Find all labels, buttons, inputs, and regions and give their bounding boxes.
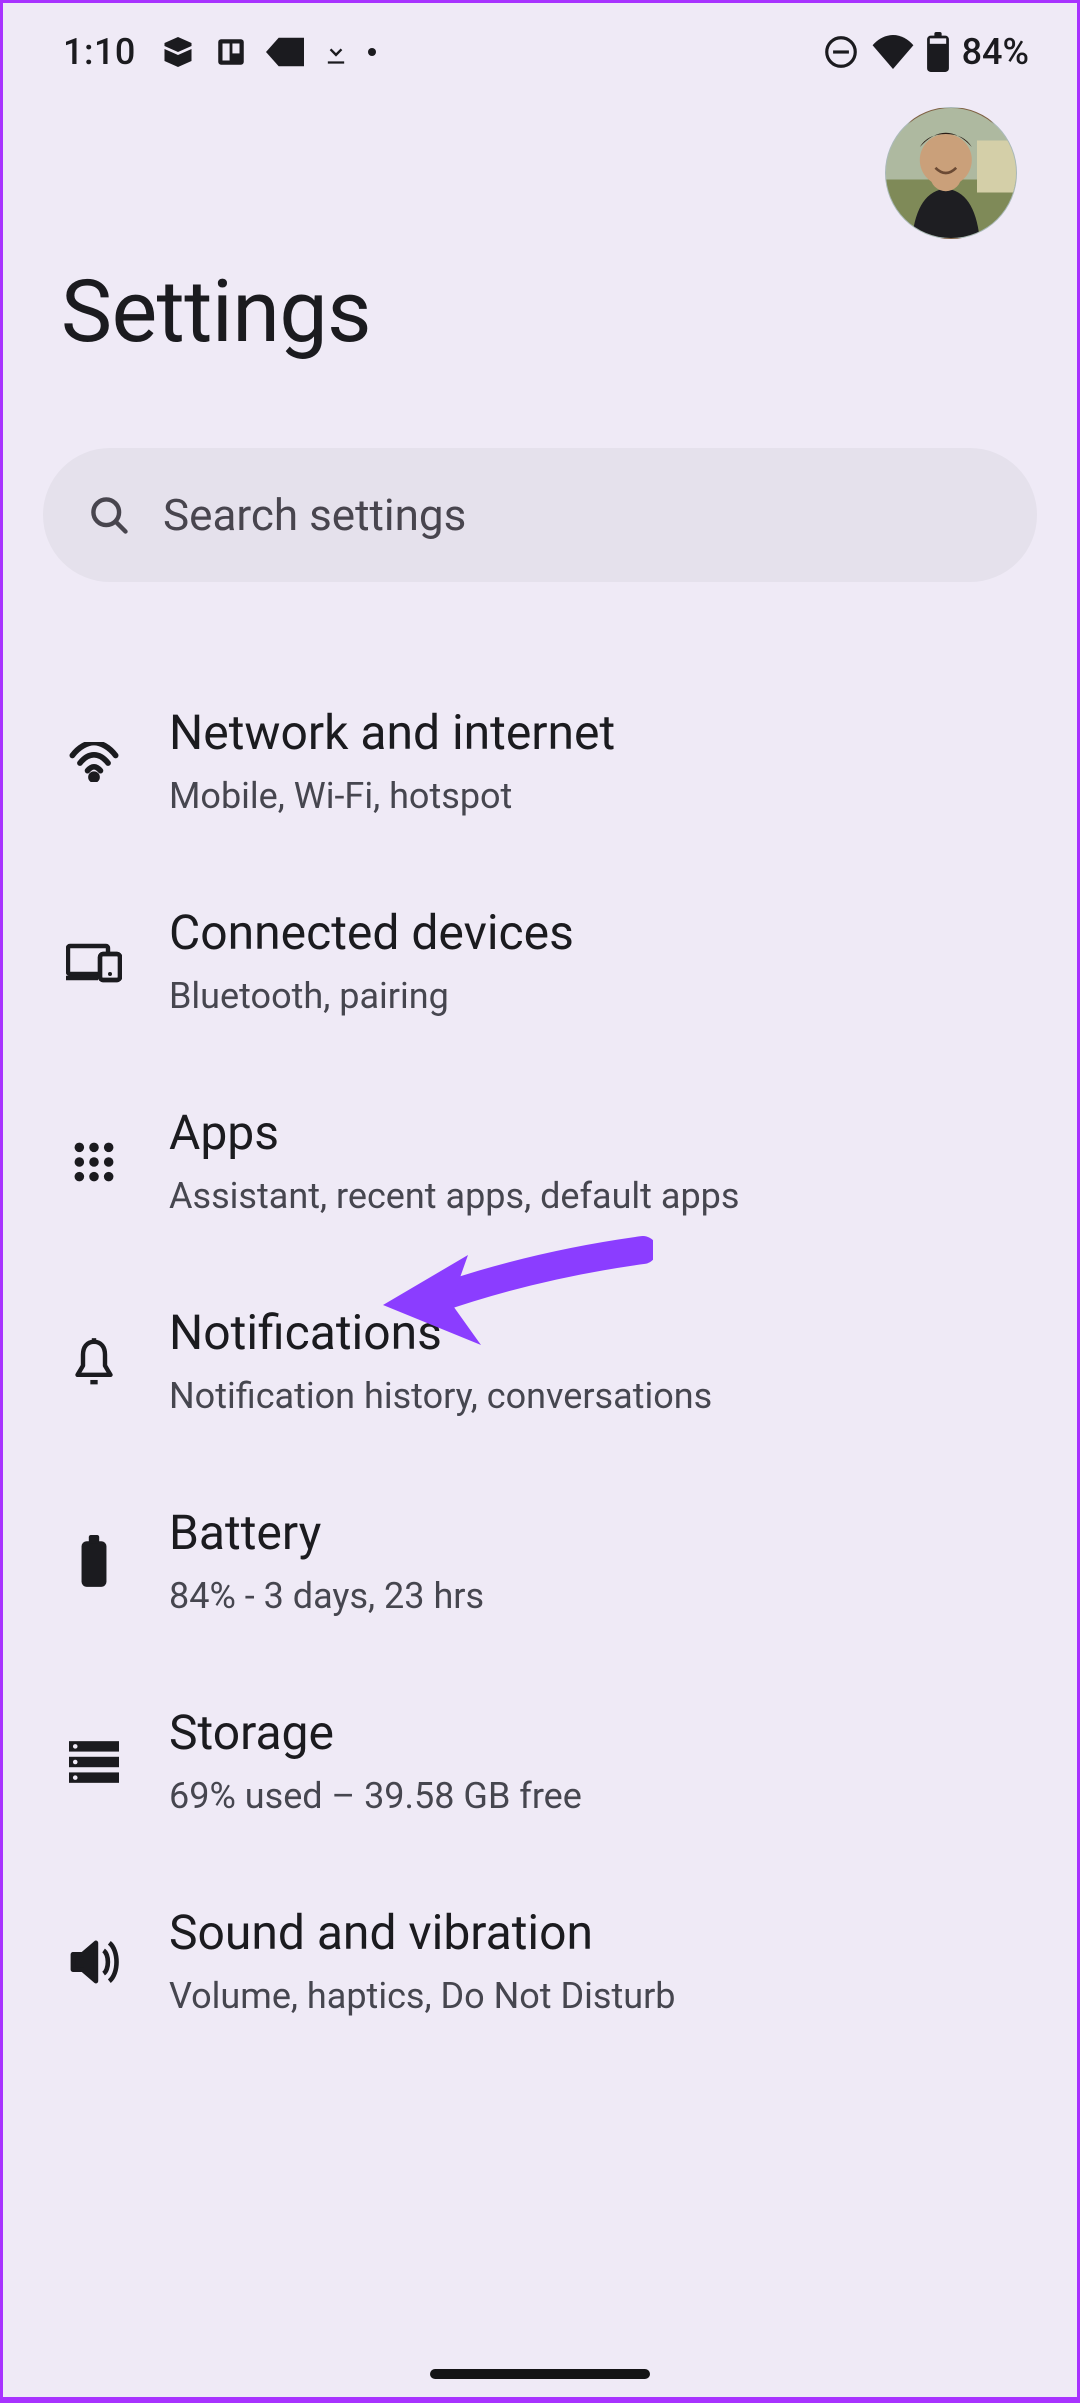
tag-icon xyxy=(266,37,304,67)
settings-item-network[interactable]: Network and internet Mobile, Wi-Fi, hots… xyxy=(3,662,1077,862)
search-icon xyxy=(87,493,131,537)
board-icon xyxy=(214,35,248,69)
wifi-icon xyxy=(872,35,914,69)
settings-item-notifications[interactable]: Notifications Notification history, conv… xyxy=(3,1262,1077,1462)
status-left: 1:10 xyxy=(63,31,376,73)
status-time: 1:10 xyxy=(63,31,136,73)
item-subtitle: Assistant, recent apps, default apps xyxy=(169,1174,1037,1219)
search-settings[interactable]: Search settings xyxy=(43,448,1037,582)
settings-list: Network and internet Mobile, Wi-Fi, hots… xyxy=(3,662,1077,2062)
settings-item-battery[interactable]: Battery 84% - 3 days, 23 hrs xyxy=(3,1462,1077,1662)
item-subtitle: Volume, haptics, Do Not Disturb xyxy=(169,1974,1037,2019)
gesture-nav-pill[interactable] xyxy=(430,2369,650,2379)
more-notifications-dot xyxy=(368,48,376,56)
volume-icon xyxy=(39,1939,149,1985)
item-subtitle: Notification history, conversations xyxy=(169,1374,1037,1419)
search-placeholder: Search settings xyxy=(163,489,466,541)
download-icon xyxy=(322,36,350,68)
dnd-icon xyxy=(822,33,860,71)
settings-item-apps[interactable]: Apps Assistant, recent apps, default app… xyxy=(3,1062,1077,1262)
apps-icon xyxy=(39,1140,149,1184)
item-subtitle: 69% used – 39.58 GB free xyxy=(169,1774,1037,1819)
status-notification-icons xyxy=(160,34,376,70)
item-title: Network and internet xyxy=(169,705,1037,760)
item-title: Notifications xyxy=(169,1305,1037,1360)
status-bar: 1:10 84% xyxy=(3,3,1077,101)
page-title: Settings xyxy=(61,261,1017,362)
avatar-image xyxy=(886,108,1016,238)
storage-icon xyxy=(39,1741,149,1783)
item-title: Apps xyxy=(169,1105,1037,1160)
settings-item-storage[interactable]: Storage 69% used – 39.58 GB free xyxy=(3,1662,1077,1862)
item-title: Connected devices xyxy=(169,905,1037,960)
item-title: Storage xyxy=(169,1705,1037,1760)
item-title: Sound and vibration xyxy=(169,1905,1037,1960)
devices-icon xyxy=(39,941,149,983)
status-right: 84% xyxy=(822,31,1029,73)
battery-icon xyxy=(39,1535,149,1589)
item-title: Battery xyxy=(169,1505,1037,1560)
battery-percentage: 84% xyxy=(962,31,1029,73)
item-subtitle: Mobile, Wi-Fi, hotspot xyxy=(169,774,1037,819)
battery-icon xyxy=(926,32,950,72)
profile-avatar[interactable] xyxy=(885,107,1017,239)
header: Settings xyxy=(3,101,1077,362)
settings-item-connected-devices[interactable]: Connected devices Bluetooth, pairing xyxy=(3,862,1077,1062)
item-subtitle: 84% - 3 days, 23 hrs xyxy=(169,1574,1037,1619)
wifi-icon xyxy=(39,742,149,782)
bell-icon xyxy=(39,1336,149,1388)
settings-item-sound[interactable]: Sound and vibration Volume, haptics, Do … xyxy=(3,1862,1077,2062)
item-subtitle: Bluetooth, pairing xyxy=(169,974,1037,1019)
package-icon xyxy=(160,34,196,70)
